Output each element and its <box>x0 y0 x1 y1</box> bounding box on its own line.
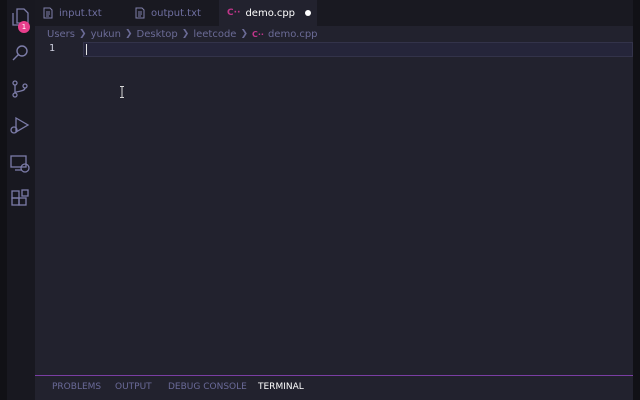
cpp-file-icon: C·· <box>252 29 264 39</box>
file-text-icon <box>43 7 53 19</box>
chevron-right-icon: ❯ <box>240 29 248 39</box>
tab-label: output.txt <box>151 7 201 19</box>
breadcrumb-item[interactable]: demo.cpp <box>268 29 318 40</box>
tab-output-txt[interactable]: output.txt <box>135 0 223 26</box>
chevron-right-icon: ❯ <box>124 29 133 39</box>
tab-output[interactable]: OUTPUT <box>115 382 152 392</box>
file-text-icon <box>135 7 145 19</box>
tab-problems[interactable]: PROBLEMS <box>52 382 101 392</box>
editor-window: 1 input.txt output.txt C·· demo.cpp User… <box>7 0 633 400</box>
chevron-right-icon: ❯ <box>79 29 87 39</box>
breadcrumb-item[interactable]: yukun <box>91 29 121 40</box>
files-icon[interactable]: 1 <box>9 6 31 33</box>
activity-bar: 1 <box>7 0 35 400</box>
tab-terminal[interactable]: TERMINAL <box>258 382 304 392</box>
cpp-file-icon: C·· <box>227 8 241 18</box>
tab-demo-cpp[interactable]: C·· demo.cpp <box>219 0 317 26</box>
source-control-icon[interactable] <box>9 78 31 100</box>
run-debug-icon[interactable] <box>9 114 31 136</box>
text-cursor-icon <box>120 86 124 98</box>
tab-label: input.txt <box>59 7 102 19</box>
unsaved-dot-icon[interactable] <box>305 10 312 16</box>
line-number: 1 <box>49 43 56 54</box>
breadcrumb: Users ❯ yukun ❯ Desktop ❯ leetcode ❯ C··… <box>47 27 318 41</box>
current-line-highlight <box>83 42 633 57</box>
breadcrumb-item[interactable]: Desktop <box>137 29 178 40</box>
breadcrumb-item[interactable]: leetcode <box>193 29 236 40</box>
chevron-right-icon: ❯ <box>181 29 190 39</box>
remote-explorer-icon[interactable] <box>9 152 31 174</box>
tab-debug-console[interactable]: DEBUG CONSOLE <box>168 382 247 392</box>
bottom-panel: PROBLEMS OUTPUT DEBUG CONSOLE TERMINAL <box>35 375 633 400</box>
explorer-badge: 1 <box>18 21 30 33</box>
tab-bar: input.txt output.txt C·· demo.cpp <box>35 0 633 26</box>
extensions-icon[interactable] <box>9 188 31 210</box>
text-caret <box>86 44 87 55</box>
tab-label: demo.cpp <box>245 7 296 19</box>
breadcrumb-item[interactable]: Users <box>47 29 75 40</box>
search-icon[interactable] <box>9 42 31 64</box>
tab-input-txt[interactable]: input.txt <box>43 0 123 26</box>
code-editor[interactable]: 1 <box>35 42 633 376</box>
